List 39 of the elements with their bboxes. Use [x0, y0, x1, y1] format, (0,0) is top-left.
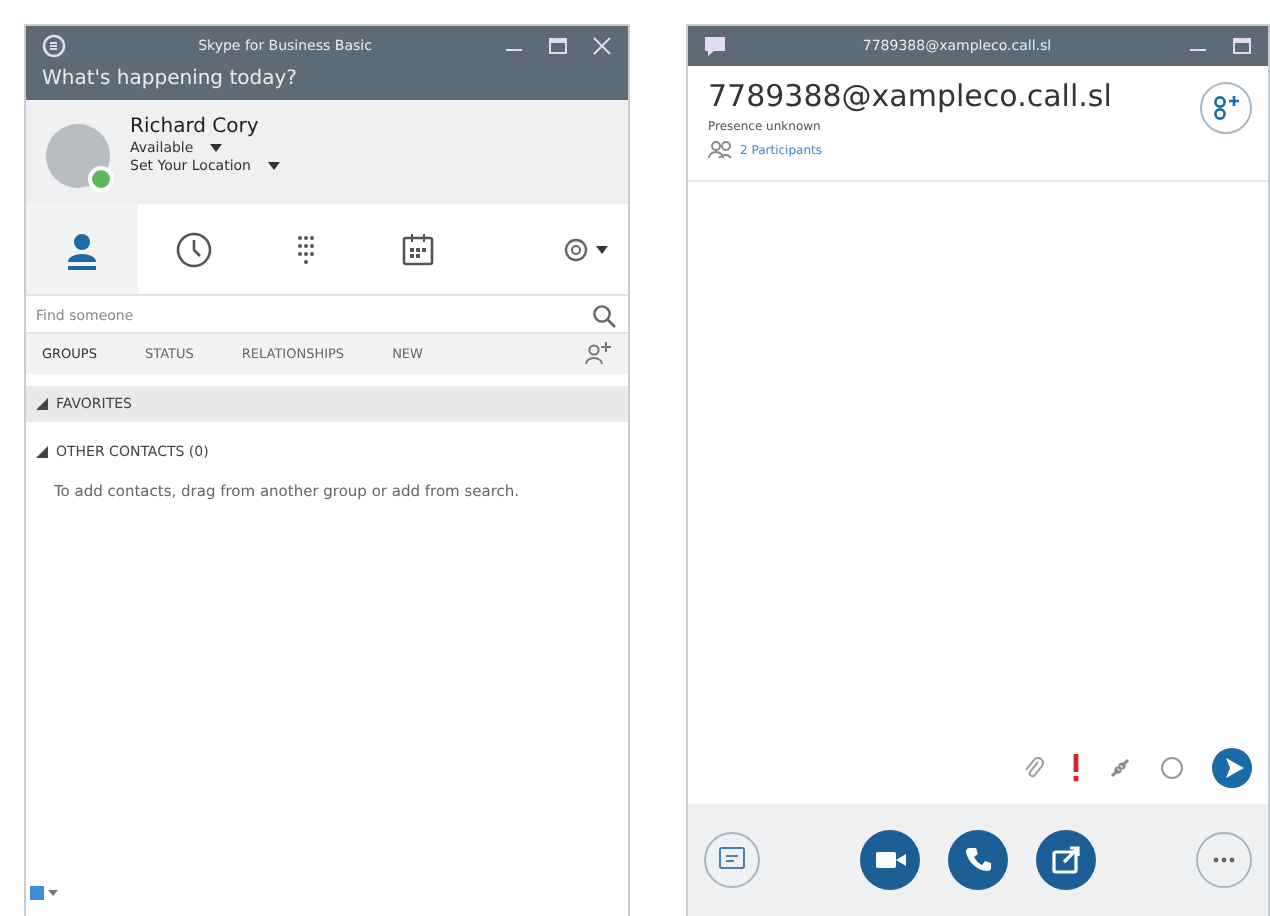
calendar-icon — [398, 229, 438, 269]
clock-icon — [174, 229, 214, 269]
contact-address: 7789388@xampleco.call.sl — [708, 78, 1114, 114]
phone-icon — [962, 844, 994, 876]
share-screen-icon — [1050, 844, 1082, 876]
expanded-triangle-icon — [36, 446, 48, 458]
maximize-icon[interactable] — [1232, 36, 1252, 56]
expanded-triangle-icon — [36, 398, 48, 410]
settings-menu[interactable] — [562, 235, 608, 263]
send-button[interactable] — [1212, 748, 1252, 788]
user-name: Richard Cory — [130, 116, 261, 138]
people-icon — [708, 140, 732, 160]
add-contact-icon[interactable] — [584, 340, 612, 368]
caret-icon — [596, 243, 608, 255]
chat-icon — [704, 36, 726, 56]
im-button[interactable] — [704, 832, 760, 888]
app-logo-icon — [42, 34, 66, 58]
more-icon — [1212, 856, 1236, 864]
person-icon — [62, 229, 102, 269]
avatar-silhouette — [46, 124, 110, 188]
exclamation-icon[interactable] — [1072, 754, 1080, 782]
person-tab[interactable] — [26, 204, 138, 294]
settings-icon — [562, 235, 590, 263]
caret-icon — [267, 160, 279, 172]
caret-icon — [209, 142, 222, 154]
presence-menu-icon[interactable] — [30, 886, 58, 902]
send-icon — [1224, 758, 1244, 778]
paperclip-icon[interactable] — [1024, 756, 1044, 780]
link-icon[interactable] — [1108, 756, 1132, 780]
close-icon[interactable] — [592, 36, 612, 56]
add-people-button[interactable] — [1200, 82, 1252, 134]
speech-bubble-icon — [718, 846, 746, 874]
add-people-icon — [1210, 94, 1242, 122]
maximize-icon[interactable] — [548, 36, 568, 56]
call-button[interactable] — [948, 830, 1008, 890]
share-button[interactable] — [1036, 830, 1096, 890]
video-button[interactable] — [860, 830, 920, 890]
search-icon[interactable] — [592, 304, 616, 328]
status-note[interactable]: What's happening today? — [42, 68, 612, 90]
